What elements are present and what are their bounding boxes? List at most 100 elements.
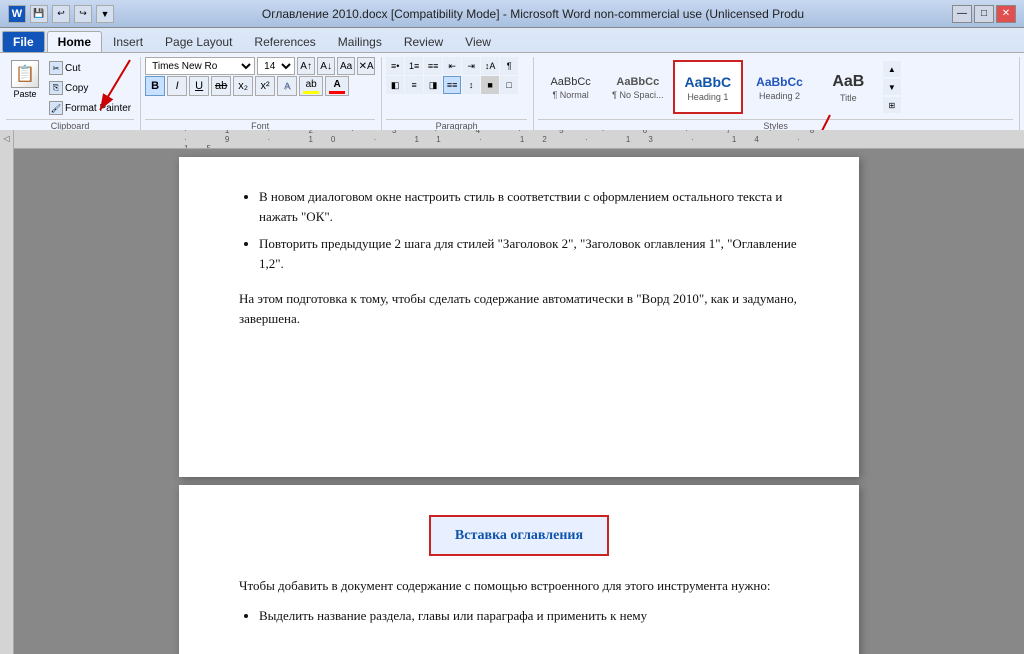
copy-icon: ⎘ [49, 81, 63, 95]
format-painter-label: Format Painter [65, 103, 131, 114]
strikethrough-button[interactable]: ab [211, 76, 231, 96]
tab-row: File Home Insert Page Layout References … [0, 28, 1024, 52]
clipboard-right: ✂ Cut ⎘ Copy 🖌 Format Painter [46, 59, 134, 117]
font-color-indicator [329, 91, 345, 94]
save-quick-button[interactable]: 💾 [30, 5, 48, 23]
style-nospace[interactable]: AaBbCc ¶ No Spaci... [605, 60, 670, 114]
highlight-color-button[interactable]: ab [299, 76, 323, 96]
title-bar: W 💾 ↩ ↪ ▼ Оглавление 2010.docx [Compatib… [0, 0, 1024, 28]
highlight-indicator [303, 91, 319, 94]
cut-button[interactable]: ✂ Cut [46, 59, 134, 77]
bullet-2: Повторить предыдущие 2 шага для стилей "… [259, 234, 799, 273]
close-button[interactable]: ✕ [996, 5, 1016, 23]
bullet-page2-1: Выделить название раздела, главы или пар… [259, 606, 799, 626]
font-shrink-button[interactable]: A↓ [317, 57, 335, 75]
style-heading2-preview: AaBbCc [752, 74, 807, 90]
align-right-button[interactable]: ◨ [424, 76, 442, 94]
tab-file[interactable]: File [2, 31, 45, 52]
style-heading1[interactable]: AaBbC Heading 1 [673, 60, 744, 114]
styles-group-content: AaBbCc ¶ Normal AaBbCc ¶ No Spaci... AaB… [538, 57, 1013, 117]
paragraph-intro: Чтобы добавить в документ содержание с п… [239, 576, 799, 596]
restore-button[interactable]: □ [974, 5, 994, 23]
document-ruler: · 1 · 2 · 3 · 4 · 5 · 6 · 7 · 8 · 9 · 10… [14, 130, 1024, 149]
font-grow-button[interactable]: A↑ [297, 57, 315, 75]
minimize-button[interactable]: — [952, 5, 972, 23]
styles-scroll-up[interactable]: ▲ [883, 61, 901, 77]
document-pages: В новом диалоговом окне настроить стиль … [14, 149, 1024, 654]
paste-icon: 📋 [11, 60, 39, 88]
style-normal-preview: AaBbCc [546, 75, 594, 89]
bold-button[interactable]: B [145, 76, 165, 96]
paragraph-group: ≡• 1≡ ≡≡ ⇤ ⇥ ↕A ¶ ◧ ≡ ◨ ≡≡ ↕ ■ [384, 57, 534, 131]
style-heading2[interactable]: AaBbCc Heading 2 [745, 60, 814, 114]
left-ruler: ◁ [0, 130, 14, 654]
line-spacing-button[interactable]: ↕ [462, 76, 480, 94]
font-group-content: Times New Ro 14 A↑ A↓ Aa ✕A B I U [145, 57, 375, 117]
superscript-button[interactable]: x² [255, 76, 275, 96]
font-size-select[interactable]: 14 [257, 57, 295, 75]
window-title: Оглавление 2010.docx [Compatibility Mode… [114, 7, 952, 21]
para-row2: ◧ ≡ ◨ ≡≡ ↕ ■ □ [386, 76, 518, 94]
subscript-button[interactable]: x₂ [233, 76, 253, 96]
styles-scroll-down[interactable]: ▼ [883, 79, 901, 95]
tab-view[interactable]: View [454, 31, 502, 52]
tab-review[interactable]: Review [393, 31, 454, 52]
word-icon: W [8, 5, 26, 23]
font-group: Times New Ro 14 A↑ A↓ Aa ✕A B I U [143, 57, 382, 131]
style-nospace-preview: AaBbCc [612, 75, 663, 89]
clear-format-button[interactable]: ✕A [357, 57, 375, 75]
style-title[interactable]: AaB Title [816, 60, 881, 114]
align-left-button[interactable]: ◧ [386, 76, 404, 94]
insert-heading-container: Вставка оглавления [239, 515, 799, 556]
para-row1: ≡• 1≡ ≡≡ ⇤ ⇥ ↕A ¶ [386, 57, 518, 75]
style-title-preview: AaB [828, 72, 868, 92]
ruler-numbers: · 1 · 2 · 3 · 4 · 5 · 6 · 7 · 8 · 9 · 10… [184, 130, 854, 149]
copy-label: Copy [65, 83, 88, 94]
shading-button[interactable]: ■ [481, 76, 499, 94]
paste-button[interactable]: 📋 Paste [6, 57, 44, 102]
redo-button[interactable]: ↪ [74, 5, 92, 23]
undo-button[interactable]: ↩ [52, 5, 70, 23]
tab-mailings[interactable]: Mailings [327, 31, 393, 52]
quick-access-more[interactable]: ▼ [96, 5, 114, 23]
doc-page-2: Вставка оглавления Чтобы добавить в доку… [179, 485, 859, 654]
styles-more[interactable]: ⊞ [883, 97, 901, 113]
borders-button[interactable]: □ [500, 76, 518, 94]
font-name-select[interactable]: Times New Ro [145, 57, 255, 75]
scissors-icon: ✂ [49, 61, 63, 75]
ribbon-content: 📋 Paste ✂ Cut ⎘ Copy 🖌 [0, 52, 1024, 133]
style-normal-label: ¶ Normal [552, 90, 588, 100]
insert-heading-box: Вставка оглавления [429, 515, 609, 556]
multilevel-button[interactable]: ≡≡ [424, 57, 442, 75]
tab-home[interactable]: Home [47, 31, 102, 52]
show-marks-button[interactable]: ¶ [500, 57, 518, 75]
tab-insert[interactable]: Insert [102, 31, 154, 52]
clipboard-group-content: 📋 Paste ✂ Cut ⎘ Copy 🖌 [6, 57, 134, 117]
increase-indent-button[interactable]: ⇥ [462, 57, 480, 75]
format-painter-icon: 🖌 [49, 101, 63, 115]
decrease-indent-button[interactable]: ⇤ [443, 57, 461, 75]
numbering-button[interactable]: 1≡ [405, 57, 423, 75]
font-format-row: B I U ab x₂ x² A ab A [145, 76, 349, 96]
paragraph-1: На этом подготовка к тому, чтобы сделать… [239, 289, 799, 328]
style-heading2-label: Heading 2 [759, 91, 800, 101]
justify-button[interactable]: ≡≡ [443, 76, 461, 94]
sort-button[interactable]: ↕A [481, 57, 499, 75]
tab-page-layout[interactable]: Page Layout [154, 31, 243, 52]
ruler-triangle: ◁ [3, 134, 9, 143]
format-painter-button[interactable]: 🖌 Format Painter [46, 99, 134, 117]
text-effects-button[interactable]: A [277, 76, 297, 96]
style-normal[interactable]: AaBbCc ¶ Normal [538, 60, 603, 114]
style-heading1-preview: AaBbC [681, 73, 736, 91]
tab-references[interactable]: References [243, 31, 326, 52]
font-color-button[interactable]: A [325, 76, 349, 96]
clipboard-group: 📋 Paste ✂ Cut ⎘ Copy 🖌 [4, 57, 141, 131]
document-area: · 1 · 2 · 3 · 4 · 5 · 6 · 7 · 8 · 9 · 10… [14, 130, 1024, 654]
align-center-button[interactable]: ≡ [405, 76, 423, 94]
copy-button[interactable]: ⎘ Copy [46, 79, 134, 97]
bullets-button[interactable]: ≡• [386, 57, 404, 75]
underline-button[interactable]: U [189, 76, 209, 96]
italic-button[interactable]: I [167, 76, 187, 96]
change-case-button[interactable]: Aa [337, 57, 355, 75]
styles-group: AaBbCc ¶ Normal AaBbCc ¶ No Spaci... AaB… [536, 57, 1020, 131]
